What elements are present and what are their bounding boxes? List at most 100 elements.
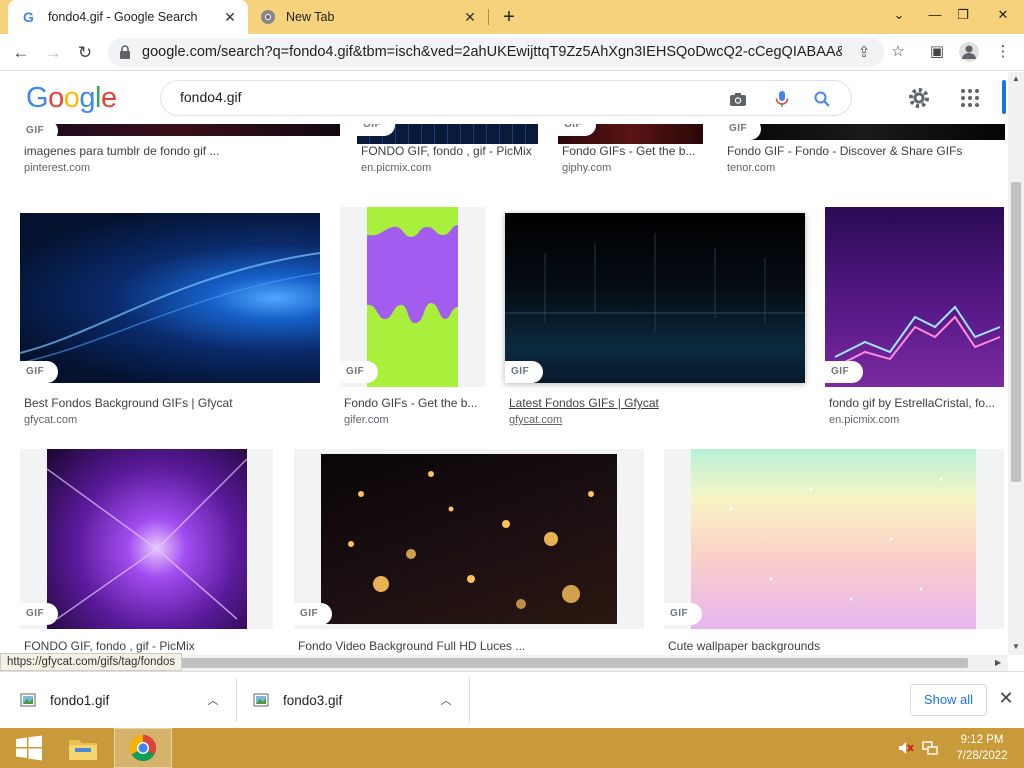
result-thumbnail[interactable]: GIF [340, 207, 485, 387]
show-all-downloads-button[interactable]: Show all [910, 684, 987, 716]
scroll-up-arrow-icon[interactable]: ▲ [1012, 74, 1020, 83]
google-logo[interactable]: Google [26, 82, 117, 115]
result-title[interactable]: Fondo GIF - Fondo - Discover & Share GIF… [727, 144, 1007, 158]
tab-title: New Tab [286, 10, 335, 24]
speaker-muted-icon[interactable] [898, 740, 914, 756]
side-panel-icon[interactable]: ▣ [926, 41, 948, 63]
download-item[interactable]: fondo1.gif ︿ [20, 680, 230, 720]
result-title[interactable]: fondo gif by EstrellaCristal, fo... [829, 396, 1007, 410]
apps-grid-icon[interactable] [958, 86, 982, 110]
vertical-scrollbar[interactable]: ▲ ▼ [1008, 72, 1024, 655]
network-icon[interactable] [922, 740, 938, 756]
image-result-card[interactable]: GIF Fondo Video Background Full HD Luces… [294, 449, 649, 653]
new-tab-button[interactable]: + [498, 6, 520, 28]
result-thumbnail[interactable]: GIF [20, 449, 273, 629]
download-item[interactable]: fondo3.gif ︿ [253, 680, 463, 720]
image-file-icon [20, 693, 36, 707]
result-title[interactable]: imagenes para tumblr de fondo gif ... [24, 144, 344, 158]
result-thumbnail[interactable]: GIF [723, 124, 1005, 140]
image-result-card[interactable]: GIF FONDO GIF, fondo , gif - PicMix [20, 449, 275, 653]
chevron-up-icon[interactable]: ︿ [439, 692, 453, 708]
tab-search-chevron-icon[interactable]: ⌄ [882, 0, 916, 30]
search-input[interactable] [180, 89, 700, 105]
result-source[interactable]: pinterest.com [24, 162, 90, 174]
vertical-scroll-thumb[interactable] [1011, 182, 1021, 482]
scroll-right-arrow-icon[interactable]: ▶ [995, 658, 1001, 667]
result-thumbnail[interactable]: GIF [505, 213, 805, 383]
gif-badge: GIF [558, 124, 596, 136]
result-title[interactable]: Fondo GIFs - Get the b... [344, 396, 479, 410]
image-result-card-hovered[interactable]: GIF Latest Fondos GIFs | Gfycat gfycat.c… [505, 213, 815, 429]
tab-new-tab[interactable]: New Tab ✕ [250, 0, 488, 34]
gif-badge: GIF [825, 361, 863, 383]
profile-avatar[interactable] [958, 41, 980, 63]
image-result-card[interactable]: GIF Fondo GIFs - Get the b... giphy.com [558, 124, 708, 184]
result-thumbnail[interactable]: GIF [825, 207, 1004, 387]
image-result-card[interactable]: GIF Fondo GIF - Fondo - Discover & Share… [723, 124, 1008, 184]
url-text: google.com/search?q=fondo4.gif&tbm=isch&… [142, 44, 842, 60]
chevron-up-icon[interactable]: ︿ [206, 692, 220, 708]
image-result-card[interactable]: GIF Fondo GIFs - Get the b... gifer.com [340, 207, 490, 429]
system-clock[interactable]: 9:12 PM 7/28/2022 [952, 732, 1012, 764]
result-title[interactable]: Latest Fondos GIFs | Gfycat [509, 396, 809, 410]
close-window-button[interactable]: ✕ [986, 0, 1020, 30]
result-title[interactable]: FONDO GIF, fondo , gif - PicMix [361, 144, 546, 158]
result-title[interactable]: Best Fondos Background GIFs | Gfycat [24, 396, 334, 410]
address-bar[interactable]: google.com/search?q=fondo4.gif&tbm=isch&… [108, 38, 884, 67]
tab-google-search[interactable]: G fondo4.gif - Google Search ✕ [8, 0, 248, 34]
image-result-card[interactable]: GIF Best Fondos Background GIFs | Gfycat… [20, 213, 340, 429]
start-button[interactable] [0, 728, 58, 768]
search-icon[interactable] [813, 90, 831, 108]
forward-button[interactable]: → [40, 40, 66, 66]
chrome-taskbar-button[interactable] [114, 728, 172, 768]
microphone-icon[interactable] [773, 90, 791, 108]
download-filename: fondo3.gif [283, 692, 343, 708]
tab-divider [488, 9, 489, 25]
result-source[interactable]: gifer.com [344, 414, 389, 426]
folder-icon [69, 740, 97, 760]
gif-badge: GIF [357, 124, 395, 136]
result-title[interactable]: Fondo Video Background Full HD Luces ... [298, 639, 638, 653]
sign-in-button-edge[interactable] [1002, 80, 1006, 114]
svg-text:G: G [23, 9, 34, 25]
share-icon[interactable]: ⇪ [856, 45, 872, 61]
scroll-down-arrow-icon[interactable]: ▼ [1012, 642, 1020, 651]
result-source[interactable]: tenor.com [727, 162, 775, 174]
file-explorer-button[interactable] [54, 728, 112, 768]
result-source[interactable]: gfycat.com [509, 414, 562, 426]
bookmark-star-icon[interactable]: ☆ [887, 41, 909, 63]
download-filename: fondo1.gif [50, 692, 110, 708]
result-source[interactable]: gfycat.com [24, 414, 77, 426]
image-result-card[interactable]: GIF Cute wallpaper backgrounds [664, 449, 1008, 653]
result-source[interactable]: en.picmix.com [361, 162, 431, 174]
result-title[interactable]: FONDO GIF, fondo , gif - PicMix [24, 639, 274, 653]
settings-gear-icon[interactable] [907, 86, 931, 110]
gif-badge: GIF [664, 603, 702, 625]
chrome-icon [129, 734, 157, 762]
back-button[interactable]: ← [8, 40, 34, 66]
close-download-bar-icon[interactable]: ✕ [996, 688, 1016, 708]
close-tab-icon[interactable]: ✕ [462, 9, 478, 25]
result-source[interactable]: giphy.com [562, 162, 611, 174]
download-divider [469, 678, 470, 722]
camera-icon[interactable] [729, 90, 747, 108]
result-thumbnail[interactable]: GIF [664, 449, 1004, 629]
restore-button[interactable]: ❐ [946, 0, 980, 30]
reload-button[interactable]: ↻ [72, 40, 98, 66]
google-header: Google [0, 72, 1008, 124]
image-result-card[interactable]: GIF fondo gif by EstrellaCristal, fo... … [825, 207, 1008, 429]
result-title[interactable]: Cute wallpaper backgrounds [668, 639, 998, 653]
result-thumbnail[interactable]: GIF [20, 213, 320, 383]
gif-badge: GIF [20, 603, 58, 625]
image-result-card[interactable]: GIF FONDO GIF, fondo , gif - PicMix en.p… [357, 124, 542, 184]
result-thumbnail[interactable]: GIF [20, 124, 340, 136]
image-result-card[interactable]: GIF imagenes para tumblr de fondo gif ..… [20, 124, 340, 184]
close-tab-icon[interactable]: ✕ [222, 9, 238, 25]
result-thumbnail[interactable]: GIF [294, 449, 644, 629]
result-title[interactable]: Fondo GIFs - Get the b... [562, 144, 697, 158]
kebab-menu-icon[interactable]: ⋮ [992, 41, 1014, 63]
windows-logo-icon [16, 735, 42, 761]
result-thumbnail[interactable]: GIF [357, 124, 538, 144]
result-thumbnail[interactable]: GIF [558, 124, 703, 144]
result-source[interactable]: en.picmix.com [829, 414, 899, 426]
